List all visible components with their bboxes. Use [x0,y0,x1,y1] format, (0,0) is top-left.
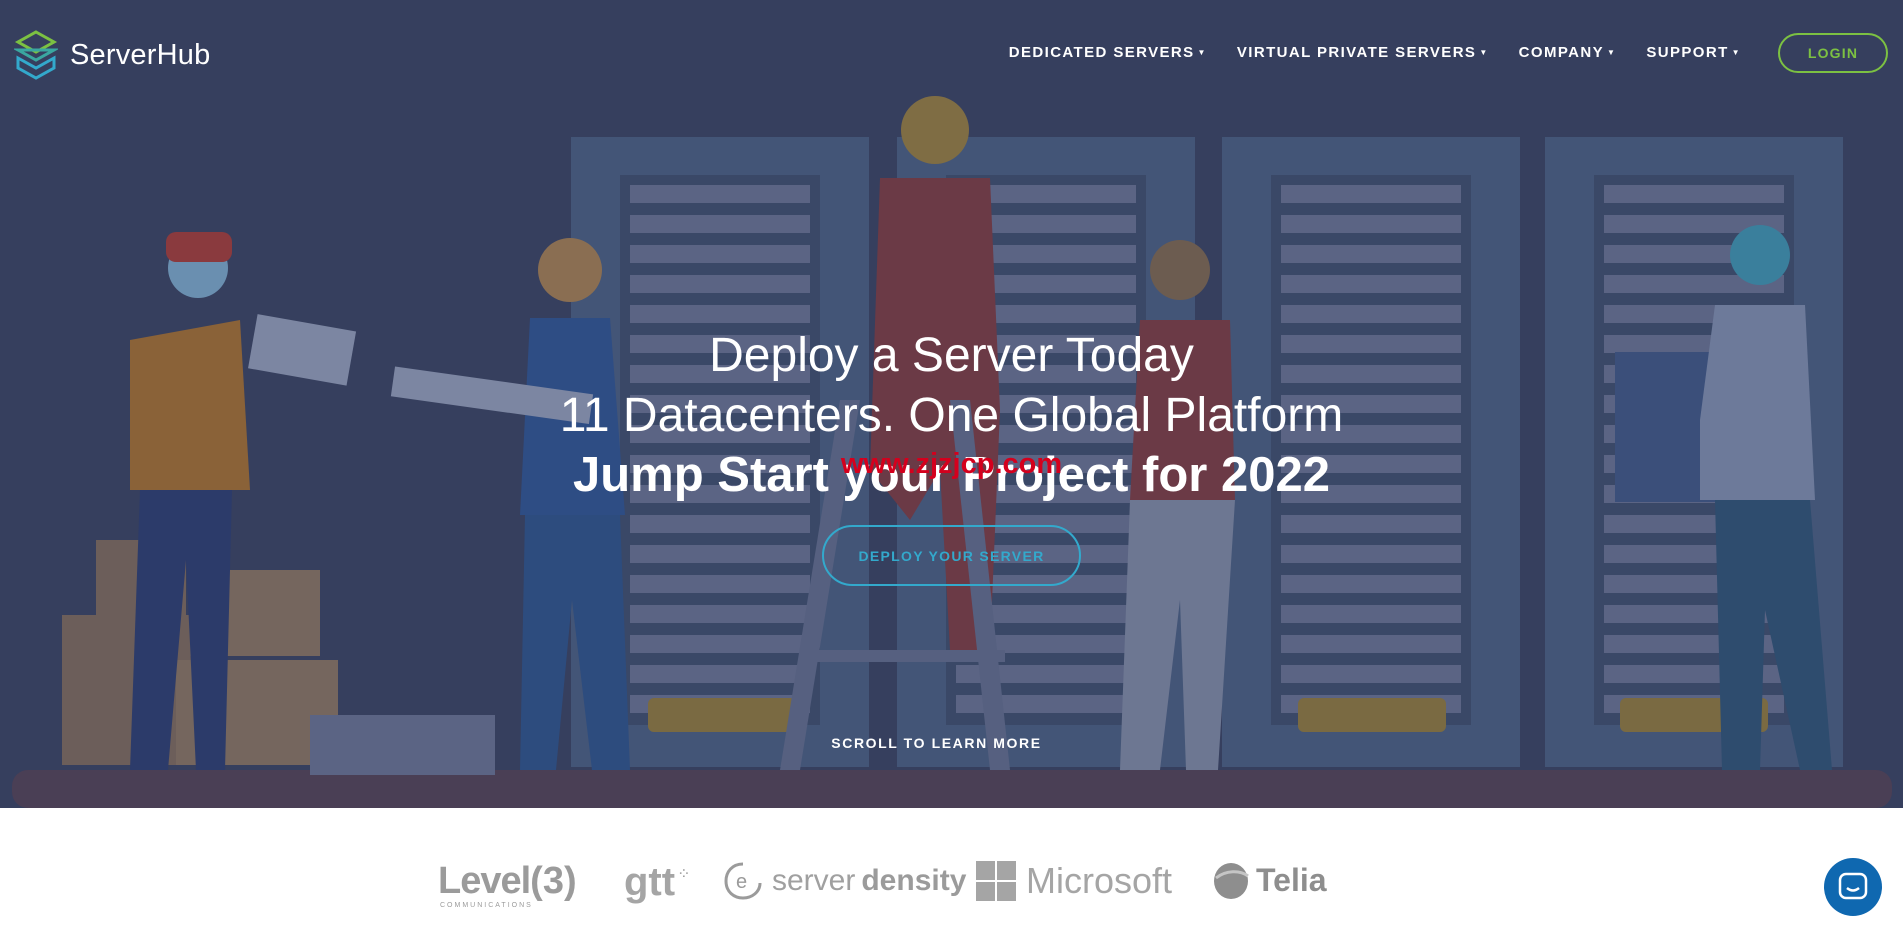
rack-unit [1281,545,1461,563]
level3-subtitle: COMMUNICATIONS [440,902,533,909]
nav-support[interactable]: SUPPORT ▼ [1646,44,1741,61]
partner-level3-logo: Level(3) COMMUNICATIONS [438,860,577,910]
rack-unit [630,275,810,293]
nav-label: VIRTUAL PRIVATE SERVERS [1236,44,1477,61]
rack-unit [630,545,810,563]
rack-unit [1604,185,1784,203]
serverdensity-light: server [772,864,856,897]
rack-unit [630,185,810,203]
level3-mark: (3) [530,860,577,902]
serverhub-cube-logo-icon [14,30,58,80]
nav-label: DEDICATED SERVERS [1008,44,1195,61]
serverdensity-mark-icon: e [724,862,762,900]
caret-down-icon: ▼ [1607,48,1617,57]
caret-down-icon: ▼ [1197,48,1207,57]
rack-unit [1281,215,1461,233]
gtt-dots-icon: ⁘ [677,865,691,883]
brand-logo[interactable]: ServerHub [14,30,210,80]
svg-text:e: e [736,871,747,893]
rack-unit [630,605,810,623]
watermark-text: www.zjzjcp.com [840,448,1063,480]
rack-unit [1281,515,1461,533]
chat-launcher-button[interactable] [1824,858,1882,916]
partner-serverdensity-logo: e server density [722,860,966,902]
rack-unit [630,305,810,323]
level3-wordmark: Level [438,860,531,902]
rack-unit [1281,605,1461,623]
serverdensity-bold: density [861,864,967,897]
rack-unit [1281,185,1461,203]
rack-unit [1281,575,1461,593]
rack-unit [630,245,810,263]
rack-unit [630,665,810,683]
brand-name: ServerHub [70,38,211,71]
hero-section: ServerHub DEDICATED SERVERS ▼ VIRTUAL PR… [0,0,1903,808]
rack-unit [630,635,810,653]
nav-dedicated-servers[interactable]: DEDICATED SERVERS ▼ [1009,44,1207,61]
hero-title-line-1: Deploy a Server Today [709,329,1194,382]
rack-unit [630,515,810,533]
partner-microsoft-logo: Microsoft [976,860,1172,902]
caret-down-icon: ▼ [1731,48,1741,57]
caret-down-icon: ▼ [1479,48,1489,57]
rack-unit [1281,635,1461,653]
microsoft-squares-icon [976,861,1016,901]
partner-gtt-logo: gtt ⁘ [624,860,690,905]
nav-label: SUPPORT [1646,44,1729,61]
rack-unit [1281,275,1461,293]
rack-unit [1281,665,1461,683]
telia-wordmark: Telia [1256,861,1327,898]
gtt-wordmark: gtt [624,860,676,904]
nav-label: COMPANY [1518,44,1605,61]
nav-company[interactable]: COMPANY ▼ [1519,44,1617,61]
microsoft-wordmark: Microsoft [1026,860,1173,901]
rack-unit [1281,245,1461,263]
main-nav: DEDICATED SERVERS ▼ VIRTUAL PRIVATE SERV… [1009,44,1741,61]
login-button[interactable]: LOGIN [1778,33,1888,73]
telia-pebble-icon [1214,863,1249,899]
deploy-server-button[interactable]: DEPLOY YOUR SERVER [822,525,1081,586]
partner-telia-logo: Telia [1212,860,1327,900]
scroll-to-learn-more-link[interactable]: SCROLL TO LEARN MORE [0,735,1873,751]
rack-unit [1281,305,1461,323]
chat-bubble-icon [1838,872,1868,900]
site-header: ServerHub DEDICATED SERVERS ▼ VIRTUAL PR… [0,0,1903,108]
nav-virtual-private-servers[interactable]: VIRTUAL PRIVATE SERVERS ▼ [1237,44,1489,61]
rack-unit [630,575,810,593]
rack-unit [630,215,810,233]
hero-title-line-2: 11 Datacenters. One Global Platform [559,389,1344,442]
